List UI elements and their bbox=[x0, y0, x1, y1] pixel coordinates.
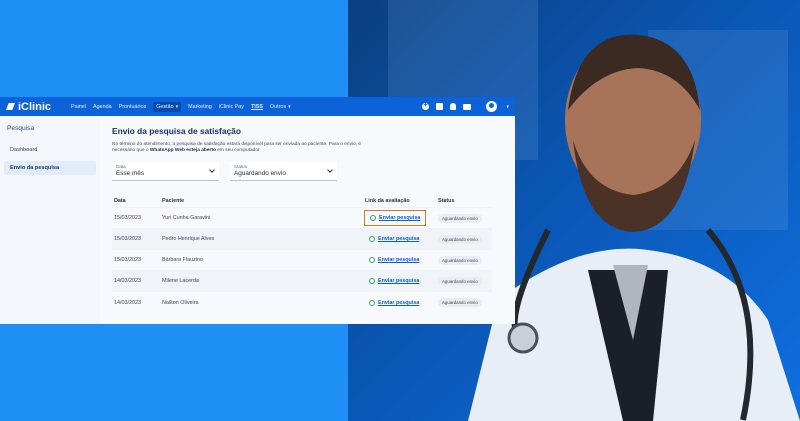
status-badge: Aguardando envio bbox=[438, 298, 482, 308]
send-survey-link[interactable]: Enviar pesquisa bbox=[365, 275, 423, 287]
nav-agenda[interactable]: Agenda bbox=[93, 104, 112, 110]
nav-marketing[interactable]: Marketing bbox=[188, 104, 212, 110]
row-date: 14/03/2023 bbox=[112, 291, 162, 313]
iclinic-logo-icon bbox=[6, 102, 15, 111]
date-filter-label: Data bbox=[116, 163, 126, 169]
table-row: 14/03/2023 Milene Lacerda Enviar pesquis… bbox=[112, 270, 492, 292]
whatsapp-icon bbox=[369, 278, 375, 285]
sidebar-title: Pesquisa bbox=[7, 125, 35, 132]
chat-icon[interactable] bbox=[463, 103, 472, 110]
nav-gestao[interactable]: Gestão ▾ bbox=[153, 101, 182, 112]
filters: Data Esse mês Status Aguardando envio bbox=[112, 161, 503, 181]
status-filter-label: Status bbox=[234, 163, 248, 169]
apps-icon[interactable] bbox=[436, 103, 444, 110]
nav-painel[interactable]: Painel bbox=[71, 104, 86, 110]
table-row: 15/03/2023 Yuri Cunha Garavini Enviar pe… bbox=[112, 207, 492, 229]
send-survey-link[interactable]: Enviar pesquisa bbox=[363, 210, 427, 227]
add-icon[interactable] bbox=[422, 102, 430, 110]
whatsapp-icon bbox=[369, 299, 375, 306]
whatsapp-icon bbox=[370, 215, 376, 222]
chevron-down-icon[interactable]: ▾ bbox=[506, 104, 509, 110]
table-row: 14/03/2023 Nailton Oliveira Enviar pesqu… bbox=[112, 291, 492, 313]
send-survey-link[interactable]: Enviar pesquisa bbox=[365, 233, 423, 245]
user-avatar[interactable] bbox=[486, 101, 498, 112]
status-badge: Aguardando envio bbox=[438, 213, 482, 223]
chevron-down-icon: ▾ bbox=[288, 103, 291, 110]
row-date: 15/03/2023 bbox=[112, 249, 162, 271]
row-patient: Pedro Henrique Alves bbox=[162, 228, 365, 250]
status-badge: Aguardando envio bbox=[438, 276, 482, 286]
row-date: 14/03/2023 bbox=[112, 270, 162, 292]
send-survey-link[interactable]: Enviar pesquisa bbox=[365, 254, 423, 266]
sidebar-item-dashboard[interactable]: Dashboard bbox=[4, 143, 96, 157]
page-title: Envio da pesquisa de satisfação bbox=[112, 126, 241, 136]
row-patient: Nailton Oliveira bbox=[162, 291, 365, 313]
app-window: iClinic Painel Agenda Prontuários Gestão… bbox=[0, 97, 515, 324]
status-badge: Aguardando envio bbox=[438, 234, 482, 244]
whatsapp-icon bbox=[369, 236, 375, 243]
description-suffix: em seu computador bbox=[215, 148, 260, 154]
row-date: 15/03/2023 bbox=[112, 228, 162, 250]
chevron-down-icon: ▾ bbox=[175, 103, 179, 110]
sidebar: Pesquisa Dashboard Envio da pesquisa bbox=[0, 116, 100, 324]
main-nav: Painel Agenda Prontuários Gestão ▾ Market… bbox=[71, 101, 291, 112]
iclinic-logo[interactable]: iClinic bbox=[6, 101, 51, 113]
survey-table: Data Paciente Link da avaliação Status 1… bbox=[112, 194, 492, 313]
row-patient: Milene Lacerda bbox=[162, 270, 365, 292]
page-description: No término do atendimento, a pesquisa de… bbox=[112, 142, 362, 155]
status-filter-value: Aguardando envio bbox=[234, 169, 286, 177]
column-header-paciente: Paciente bbox=[162, 197, 185, 204]
status-filter-select[interactable]: Status Aguardando envio bbox=[230, 161, 337, 181]
row-date: 15/03/2023 bbox=[112, 207, 162, 229]
nav-outros-label: Outros bbox=[269, 103, 287, 110]
nav-prontuarios[interactable]: Prontuários bbox=[119, 104, 147, 110]
column-header-link: Link da avaliação bbox=[365, 197, 410, 204]
main-content: Envio da pesquisa de satisfação No térmi… bbox=[100, 116, 515, 324]
bell-icon[interactable] bbox=[450, 103, 457, 110]
column-header-status: Status bbox=[438, 197, 455, 204]
send-survey-label: Enviar pesquisa bbox=[378, 257, 420, 264]
nav-outros[interactable]: Outros ▾ bbox=[270, 104, 291, 110]
nav-iclinic-pay[interactable]: iClinic Pay bbox=[219, 104, 244, 110]
brand-name: iClinic bbox=[18, 100, 52, 113]
send-survey-label: Enviar pesquisa bbox=[378, 236, 420, 243]
table-row: 15/03/2023 Pedro Henrique Alves Enviar p… bbox=[112, 228, 492, 250]
top-icons: ▾ bbox=[422, 101, 509, 112]
row-patient: Yuri Cunha Garavini bbox=[162, 207, 365, 229]
send-survey-label: Enviar pesquisa bbox=[378, 278, 420, 285]
top-navigation-bar: iClinic Painel Agenda Prontuários Gestão… bbox=[0, 97, 515, 116]
table-row: 15/03/2023 Bárbara Flauzino Enviar pesqu… bbox=[112, 249, 492, 271]
whatsapp-icon bbox=[369, 257, 375, 264]
column-header-data: Data bbox=[114, 197, 126, 204]
date-filter-value: Esse mês bbox=[116, 169, 145, 177]
nav-tiss[interactable]: TISS bbox=[251, 104, 263, 110]
send-survey-label: Enviar pesquisa bbox=[378, 299, 420, 306]
send-survey-link[interactable]: Enviar pesquisa bbox=[365, 297, 423, 309]
date-filter-select[interactable]: Data Esse mês bbox=[112, 161, 219, 181]
send-survey-label: Enviar pesquisa bbox=[379, 215, 421, 222]
sidebar-item-envio-da-pesquisa[interactable]: Envio da pesquisa bbox=[4, 161, 96, 175]
status-badge: Aguardando envio bbox=[438, 255, 482, 265]
nav-gestao-label: Gestão bbox=[156, 103, 174, 110]
row-patient: Bárbara Flauzino bbox=[162, 249, 365, 271]
description-bold: WhatsApp Web esteja aberto bbox=[149, 148, 216, 154]
